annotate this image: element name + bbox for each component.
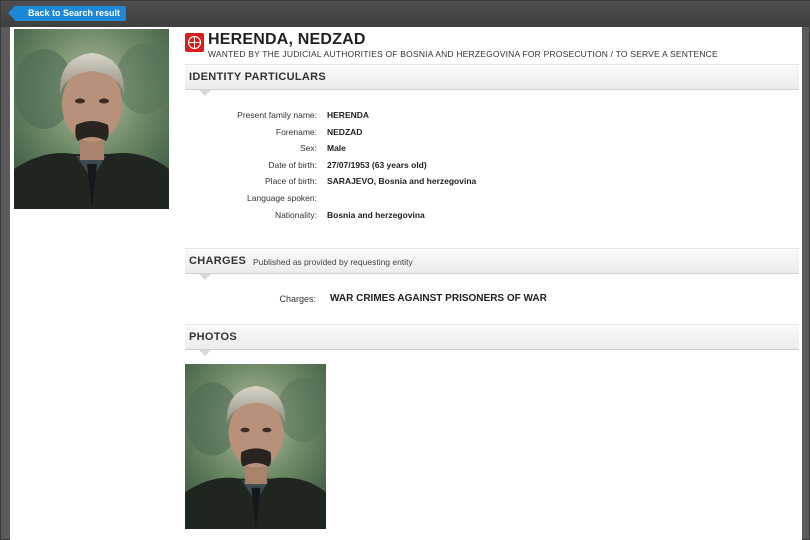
back-button-label: Back to Search result — [28, 8, 121, 18]
identity-heading: IDENTITY PARTICULARS — [189, 71, 326, 83]
identity-field-label: Present family name: — [237, 110, 317, 120]
identity-field-label: Sex: — [299, 143, 317, 153]
wanted-person-name: HERENDA, NEDZAD — [208, 31, 366, 48]
charges-section-header: CHARGES Published as provided by request… — [185, 248, 799, 280]
identity-field-label: Date of birth: — [268, 160, 317, 170]
identity-field-value: Bosnia and herzegovina — [327, 210, 425, 220]
top-bar: Back to Search result — [1, 1, 810, 27]
charges-heading: CHARGES — [189, 255, 247, 267]
header-notch — [199, 274, 211, 280]
identity-field-label: Nationality: — [274, 210, 317, 220]
identity-field-value: SARAJEVO, Bosnia and herzegovina — [327, 176, 477, 186]
header-notch — [199, 350, 211, 356]
charges-label: Charges: — [279, 294, 316, 304]
identity-field-value: Male — [327, 143, 346, 153]
identity-field-label: Forename: — [275, 127, 317, 137]
identity-field-value: NEDZAD — [327, 127, 363, 137]
back-arrow-icon — [8, 6, 15, 20]
charges-value: WAR CRIMES AGAINST PRISONERS OF WAR — [330, 293, 547, 304]
notice-subtitle: WANTED BY THE JUDICIAL AUTHORITIES OF BO… — [208, 49, 718, 59]
header-notch — [199, 90, 211, 96]
charges-subheading: Published as provided by requesting enti… — [253, 257, 413, 267]
notice-content: HERENDA, NEDZAD WANTED BY THE JUDICIAL A… — [10, 27, 802, 540]
gallery-photo[interactable] — [185, 364, 326, 529]
identity-section-header: IDENTITY PARTICULARS — [185, 64, 799, 96]
window-frame: Back to Search result HERENDA, NEDZAD WA… — [0, 0, 810, 540]
identity-field-value: 27/07/1953 (63 years old) — [327, 160, 427, 170]
interpol-emblem-icon — [185, 33, 204, 52]
photos-section-header: PHOTOS — [185, 324, 799, 356]
identity-field-label: Place of birth: — [265, 176, 317, 186]
photos-heading: PHOTOS — [189, 331, 238, 343]
identity-field-value: HERENDA — [327, 110, 370, 120]
back-to-search-button[interactable]: Back to Search result — [8, 6, 127, 21]
identity-field-label: Language spoken: — [247, 193, 317, 203]
